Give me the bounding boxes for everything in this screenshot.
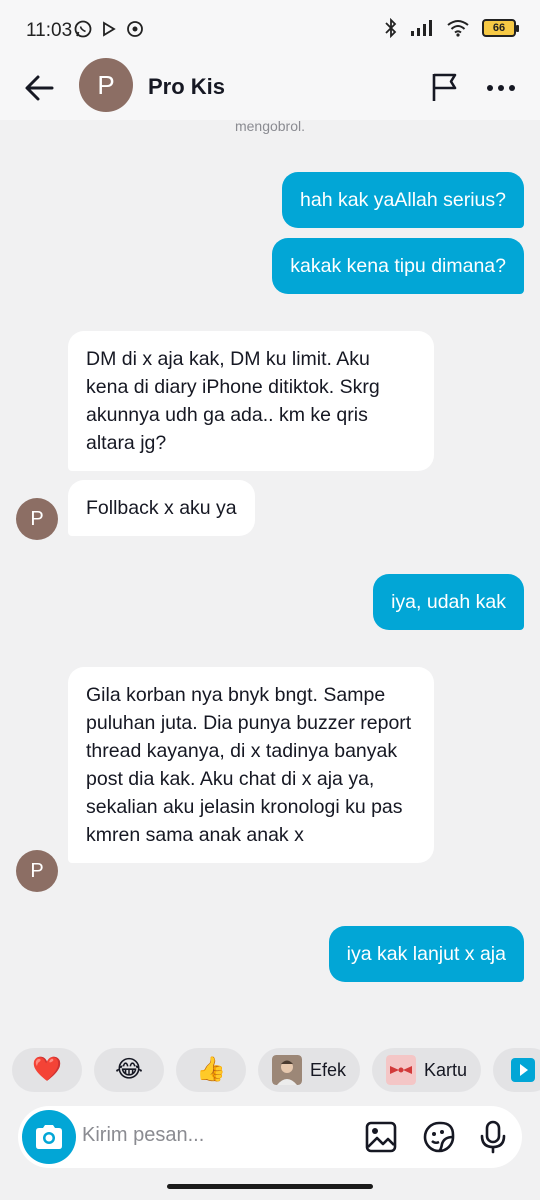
- home-indicator: [167, 1184, 373, 1189]
- message-outgoing[interactable]: hah kak yaAllah serius?: [282, 172, 524, 228]
- status-bar: 11:03 66: [0, 0, 540, 60]
- system-note: mengobrol.: [234, 120, 306, 134]
- reaction-thumbs-up[interactable]: 👍: [176, 1048, 246, 1092]
- message-incoming[interactable]: Gila korban nya bnyk bngt. Sampe puluhan…: [68, 667, 434, 863]
- effect-button[interactable]: Efek: [258, 1048, 361, 1092]
- play-icon: [103, 21, 116, 37]
- bluetooth-icon: [385, 18, 397, 38]
- camera-icon: [36, 1125, 62, 1149]
- contact-name[interactable]: Pro Kis: [148, 74, 225, 100]
- message-incoming[interactable]: Follback x aku ya: [68, 480, 255, 536]
- message-composer: Kirim pesan...: [18, 1106, 522, 1168]
- sticker-icon[interactable]: [422, 1120, 456, 1154]
- quick-reaction-bar: ❤️ 😂 👍 Efek Kartu: [0, 1040, 540, 1100]
- reaction-laugh[interactable]: 😂: [94, 1048, 164, 1092]
- card-thumbnail-icon: [386, 1055, 417, 1085]
- card-button[interactable]: Kartu: [372, 1048, 482, 1092]
- microphone-icon[interactable]: [476, 1120, 510, 1154]
- wifi-icon: [447, 20, 469, 37]
- camera-button[interactable]: [22, 1110, 76, 1164]
- flag-icon[interactable]: [428, 70, 462, 104]
- back-arrow-icon[interactable]: [20, 68, 60, 108]
- message-input[interactable]: Kirim pesan...: [82, 1124, 204, 1147]
- status-time: 11:03: [26, 20, 73, 41]
- effect-label: Efek: [310, 1059, 347, 1080]
- message-list[interactable]: mengobrol. hah kak yaAllah serius? kakak…: [0, 120, 540, 1040]
- chat-header: P Pro Kis: [0, 58, 540, 120]
- signal-icon: [411, 20, 432, 36]
- message-outgoing[interactable]: iya kak lanjut x aja: [328, 926, 524, 982]
- reaction-heart[interactable]: ❤️: [12, 1048, 82, 1092]
- header-avatar[interactable]: P: [79, 58, 133, 112]
- video-icon: [511, 1058, 536, 1082]
- whatsapp-icon: [74, 20, 92, 38]
- sender-avatar[interactable]: P: [16, 850, 58, 892]
- notification-icon: [127, 21, 143, 37]
- message-incoming[interactable]: DM di x aja kak, DM ku limit. Aku kena d…: [68, 331, 434, 471]
- image-icon[interactable]: [364, 1120, 398, 1154]
- effect-thumbnail-icon: [272, 1055, 302, 1085]
- battery-icon: 66: [482, 19, 519, 37]
- more-effects-button[interactable]: [493, 1048, 540, 1092]
- message-outgoing[interactable]: kakak kena tipu dimana?: [272, 238, 524, 294]
- sender-avatar[interactable]: P: [16, 498, 58, 540]
- message-outgoing[interactable]: iya, udah kak: [373, 574, 524, 630]
- card-label: Kartu: [424, 1059, 468, 1080]
- more-icon[interactable]: [484, 74, 518, 102]
